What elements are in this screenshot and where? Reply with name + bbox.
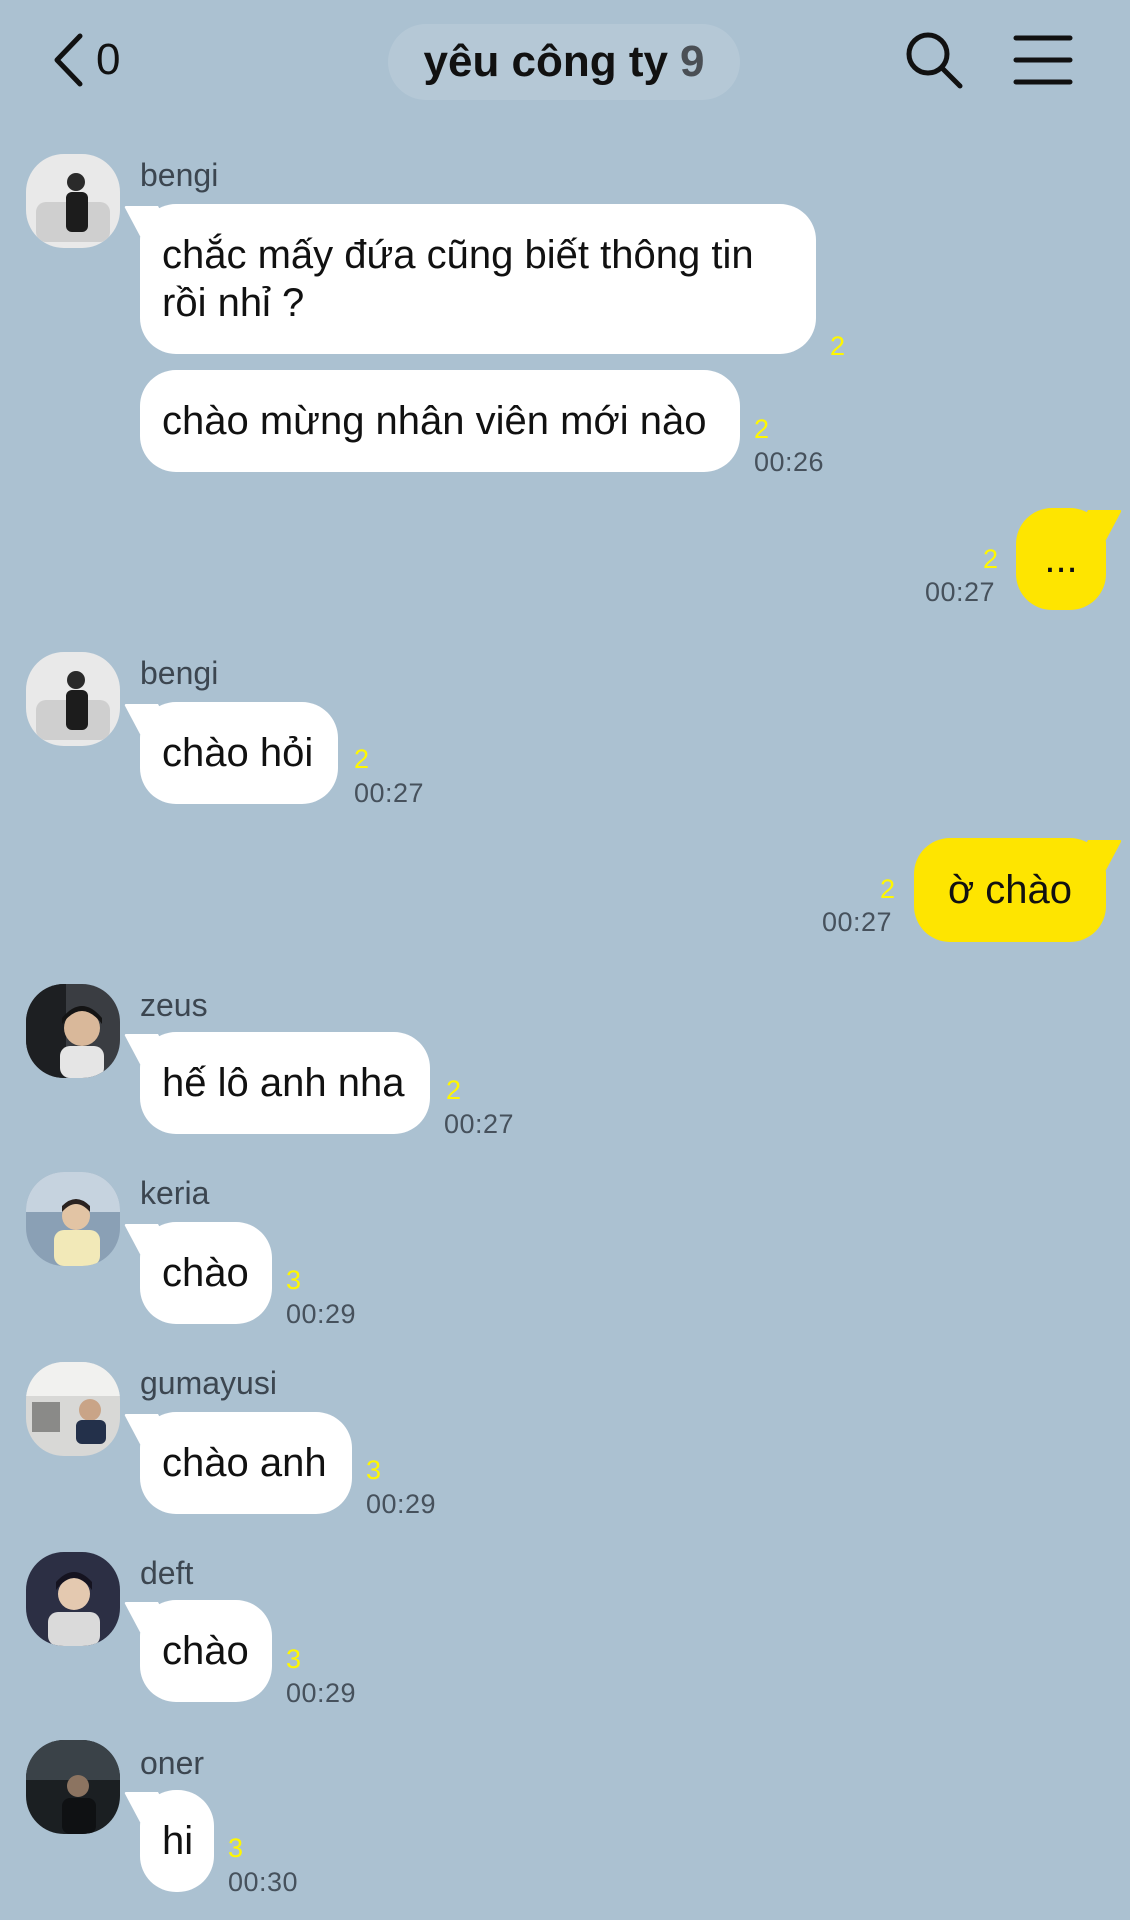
member-count: 9: [680, 37, 705, 86]
unread-count: 2: [983, 544, 999, 574]
message-time: 00:27: [925, 577, 996, 607]
unread-count: 2: [754, 414, 770, 444]
sender-name: deft: [140, 1555, 194, 1591]
message-bubble[interactable]: chào hỏi: [140, 702, 338, 804]
message-time: 00:27: [822, 907, 893, 937]
my-message-bubble[interactable]: ờ chào: [914, 838, 1106, 942]
avatar-deft[interactable]: [26, 1552, 120, 1646]
sender-name: bengi: [140, 655, 219, 691]
message-time: 00:29: [286, 1678, 357, 1708]
message-bubble[interactable]: chào anh: [140, 1412, 352, 1514]
unread-count: 2: [446, 1075, 462, 1105]
message-time: 00:27: [444, 1109, 515, 1139]
message-text: chào anh: [162, 1441, 327, 1485]
avatar-gumayusi[interactable]: [26, 1362, 120, 1456]
chat-header: 0 yêu công ty 9: [0, 0, 1130, 122]
message-text: rồi nhỉ ?: [162, 281, 305, 325]
message-text: chào hỏi: [162, 731, 314, 775]
sender-name: keria: [140, 1175, 210, 1211]
unread-count: 3: [286, 1644, 302, 1674]
hamburger-menu-icon: [1012, 35, 1074, 92]
message-text: ờ chào: [947, 868, 1073, 912]
chat-title-bar[interactable]: yêu công ty 9: [388, 24, 740, 100]
back-button[interactable]: 0: [52, 28, 120, 92]
avatar-zeus[interactable]: [26, 984, 120, 1078]
message-text: ...: [1044, 537, 1078, 581]
message-bubble[interactable]: chào: [140, 1600, 272, 1702]
search-icon: [902, 32, 966, 96]
message-text: chào mừng nhân viên mới nào: [162, 399, 707, 443]
unread-count: 3: [366, 1455, 382, 1485]
message-text: chào: [162, 1251, 249, 1295]
sender-name: oner: [140, 1745, 205, 1781]
message-bubble[interactable]: chào: [140, 1222, 272, 1324]
message-time: 00:29: [366, 1489, 437, 1519]
message-text: chào: [162, 1629, 249, 1673]
sender-name: bengi: [140, 157, 219, 193]
avatar-bengi[interactable]: [26, 154, 120, 248]
unread-chats-count: 0: [96, 35, 121, 84]
message-time: 00:30: [228, 1867, 299, 1897]
message-text: hi: [162, 1819, 194, 1863]
message-time: 00:26: [754, 447, 825, 477]
avatar-oner[interactable]: [26, 1740, 120, 1834]
menu-button[interactable]: [1012, 32, 1074, 88]
avatar-keria[interactable]: [26, 1172, 120, 1266]
sender-name: zeus: [140, 987, 208, 1023]
message-bubble[interactable]: hế lô anh nha: [140, 1032, 430, 1134]
message-bubble[interactable]: chắc mấy đứa cũng biết thông tin rồi nhỉ…: [140, 204, 816, 354]
unread-count: 2: [880, 874, 896, 904]
unread-count: 3: [286, 1265, 302, 1295]
search-button[interactable]: [902, 28, 966, 92]
message-time: 00:29: [286, 1299, 357, 1329]
avatar-bengi[interactable]: [26, 652, 120, 746]
unread-count: 2: [354, 744, 370, 774]
unread-count: 2: [830, 331, 846, 361]
message-text: hế lô anh nha: [162, 1061, 405, 1105]
my-message-bubble[interactable]: ...: [1016, 508, 1106, 610]
message-bubble[interactable]: chào mừng nhân viên mới nào: [140, 370, 740, 472]
unread-count: 3: [228, 1833, 244, 1863]
chat-title: yêu công ty: [423, 37, 669, 86]
chevron-left-icon: [52, 32, 84, 88]
message-time: 00:27: [354, 778, 425, 808]
sender-name: gumayusi: [140, 1365, 277, 1401]
message-bubble[interactable]: hi: [140, 1790, 214, 1892]
message-text: chắc mấy đứa cũng biết thông tin: [162, 233, 754, 277]
